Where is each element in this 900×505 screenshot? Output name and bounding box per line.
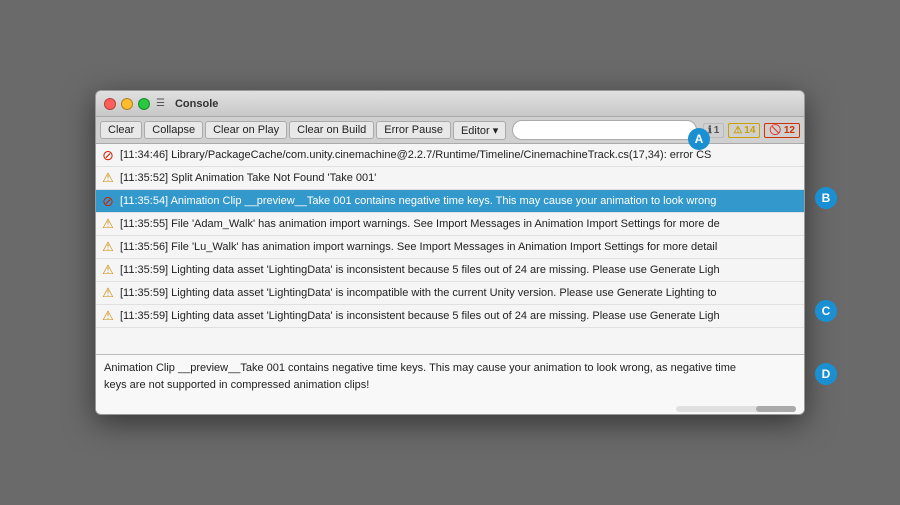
error-icon: 🚫 bbox=[769, 125, 781, 136]
detail-scrollbar-thumb[interactable] bbox=[756, 406, 796, 412]
annotation-d: D bbox=[815, 363, 837, 385]
badge-group: ℹ 1 ⚠ 14 🚫 12 bbox=[703, 123, 800, 138]
warn-icon: ⚠ bbox=[733, 125, 742, 136]
warn-log-icon: ⚠ bbox=[100, 170, 116, 186]
close-button[interactable] bbox=[104, 98, 116, 110]
clear-on-build-button[interactable]: Clear on Build bbox=[289, 121, 374, 139]
window-controls bbox=[104, 98, 150, 110]
log-row[interactable]: ⚠[11:35:55] File 'Adam_Walk' has animati… bbox=[96, 213, 804, 236]
log-row[interactable]: ⊘[11:35:54] Animation Clip __preview__Ta… bbox=[96, 190, 804, 213]
warn-log-icon: ⚠ bbox=[100, 262, 116, 278]
log-text: [11:35:54] Animation Clip __preview__Tak… bbox=[120, 192, 800, 210]
title-bar: ☰ Console bbox=[96, 91, 804, 117]
detail-panel: Animation Clip __preview__Take 001 conta… bbox=[96, 354, 804, 414]
search-input[interactable] bbox=[512, 120, 697, 140]
error-badge[interactable]: 🚫 12 bbox=[764, 123, 800, 138]
console-icon: ☰ bbox=[156, 98, 165, 109]
log-text: [11:35:59] Lighting data asset 'Lighting… bbox=[120, 284, 800, 302]
warn-badge[interactable]: ⚠ 14 bbox=[728, 123, 760, 138]
minimize-button[interactable] bbox=[121, 98, 133, 110]
warn-log-icon: ⚠ bbox=[100, 308, 116, 324]
log-row[interactable]: ⚠[11:35:59] Lighting data asset 'Lightin… bbox=[96, 282, 804, 305]
annotation-c: C bbox=[815, 300, 837, 322]
detail-text: Animation Clip __preview__Take 001 conta… bbox=[104, 362, 736, 391]
annotation-b: B bbox=[815, 187, 837, 209]
info-count: 1 bbox=[714, 125, 720, 136]
annotation-a: A bbox=[688, 128, 710, 150]
maximize-button[interactable] bbox=[138, 98, 150, 110]
detail-horizontal-scrollbar[interactable] bbox=[676, 406, 796, 412]
log-text: [11:35:52] Split Animation Take Not Foun… bbox=[120, 169, 800, 187]
log-text: [11:35:59] Lighting data asset 'Lighting… bbox=[120, 307, 800, 325]
error-count: 12 bbox=[784, 125, 795, 136]
log-text: [11:35:59] Lighting data asset 'Lighting… bbox=[120, 261, 800, 279]
clear-on-play-button[interactable]: Clear on Play bbox=[205, 121, 287, 139]
window-title: Console bbox=[175, 98, 218, 110]
console-log-body[interactable]: ⊘[11:34:46] Library/PackageCache/com.uni… bbox=[96, 144, 804, 354]
editor-dropdown-button[interactable]: Editor ▾ bbox=[453, 121, 506, 140]
clear-button[interactable]: Clear bbox=[100, 121, 142, 139]
warn-log-icon: ⚠ bbox=[100, 239, 116, 255]
warn-log-icon: ⚠ bbox=[100, 216, 116, 232]
log-row[interactable]: ⚠[11:35:59] Lighting data asset 'Lightin… bbox=[96, 305, 804, 328]
log-text: [11:35:55] File 'Adam_Walk' has animatio… bbox=[120, 215, 800, 233]
error-pause-button[interactable]: Error Pause bbox=[376, 121, 451, 139]
warn-log-icon: ⚠ bbox=[100, 285, 116, 301]
collapse-button[interactable]: Collapse bbox=[144, 121, 203, 139]
error-log-icon: ⊘ bbox=[100, 147, 116, 163]
log-text: [11:35:56] File 'Lu_Walk' has animation … bbox=[120, 238, 800, 256]
log-row[interactable]: ⚠[11:35:56] File 'Lu_Walk' has animation… bbox=[96, 236, 804, 259]
error-log-icon: ⊘ bbox=[100, 193, 116, 209]
warn-count: 14 bbox=[744, 125, 755, 136]
log-row[interactable]: ⚠[11:35:59] Lighting data asset 'Lightin… bbox=[96, 259, 804, 282]
log-row[interactable]: ⚠[11:35:52] Split Animation Take Not Fou… bbox=[96, 167, 804, 190]
